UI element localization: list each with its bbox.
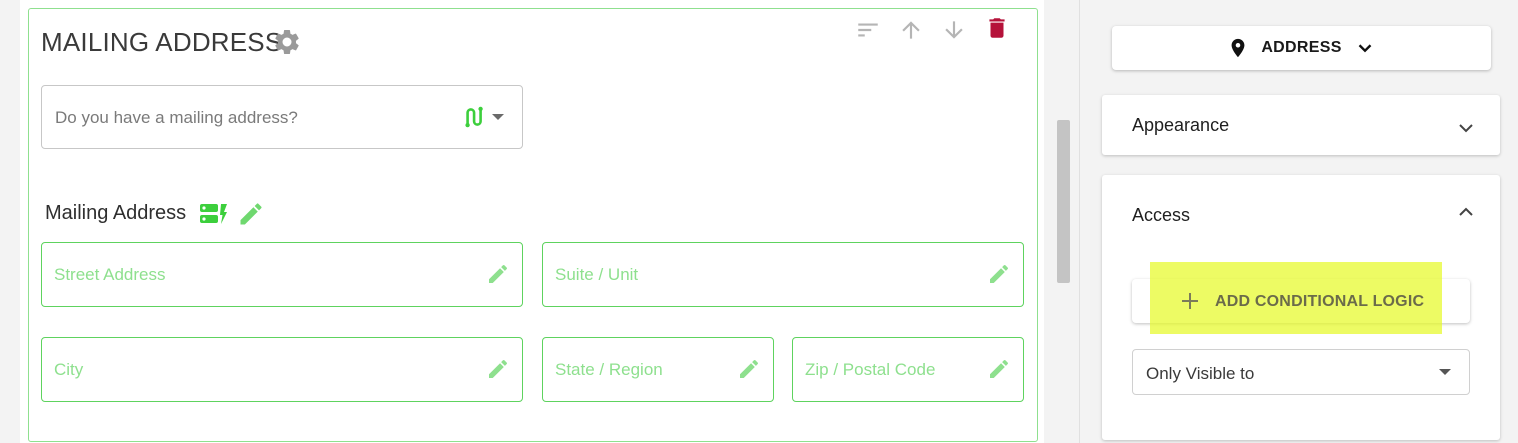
trash-icon[interactable] [982,13,1012,43]
arrow-up-icon[interactable] [896,15,926,45]
visibility-select[interactable]: Only Visible to [1132,349,1470,395]
chevron-down-icon [1358,44,1372,53]
pencil-icon[interactable] [987,262,1011,286]
chevron-down-icon[interactable] [1454,116,1478,140]
pencil-icon[interactable] [737,357,761,381]
appearance-panel[interactable]: Appearance [1102,95,1500,155]
mailing-address-section[interactable]: MAILING ADDRESS Do you have a mailing ad… [28,8,1038,442]
visibility-value: Only Visible to [1146,364,1255,383]
appearance-title: Appearance [1132,115,1230,135]
pencil-icon[interactable] [486,357,510,381]
group-title: Mailing Address [45,202,187,224]
scrollbar-thumb[interactable] [1057,120,1070,283]
arrow-down-icon[interactable] [939,15,969,45]
conditional-logic-label: ADD CONDITIONAL LOGIC [1215,293,1425,310]
street-address-field[interactable]: Street Address [41,242,523,307]
sort-icon[interactable] [853,15,883,45]
select-placeholder: Do you have a mailing address? [55,108,298,127]
left-gutter [0,0,20,443]
pencil-icon[interactable] [237,200,265,228]
section-title: MAILING ADDRESS [41,27,283,57]
mailing-question-select[interactable]: Do you have a mailing address? [41,85,523,149]
state-region-field[interactable]: State / Region [542,337,774,402]
field-group-icon[interactable] [200,202,228,226]
chevron-up-icon[interactable] [1454,200,1478,224]
chevron-down-icon [1439,369,1451,375]
field-label: Street Address [54,265,166,284]
zip-postal-code-field[interactable]: Zip / Postal Code [792,337,1024,402]
field-label: Zip / Postal Code [805,360,936,379]
field-type-button[interactable]: ADDRESS [1112,26,1491,70]
gear-icon[interactable] [272,27,302,57]
location-pin-icon [1231,38,1245,58]
plus-icon [1182,293,1198,309]
field-label: State / Region [555,360,663,379]
suite-unit-field[interactable]: Suite / Unit [542,242,1024,307]
field-label: Suite / Unit [555,265,639,284]
pencil-icon[interactable] [486,262,510,286]
chevron-down-icon[interactable] [492,114,504,120]
field-label: City [54,360,84,379]
city-field[interactable]: City [41,337,523,402]
form-builder-page: MAILING ADDRESS Do you have a mailing ad… [0,0,1518,443]
pencil-icon[interactable] [987,357,1011,381]
branch-logic-icon[interactable] [460,104,486,130]
access-title: Access [1132,205,1191,225]
field-type-label: ADDRESS [1261,39,1342,56]
